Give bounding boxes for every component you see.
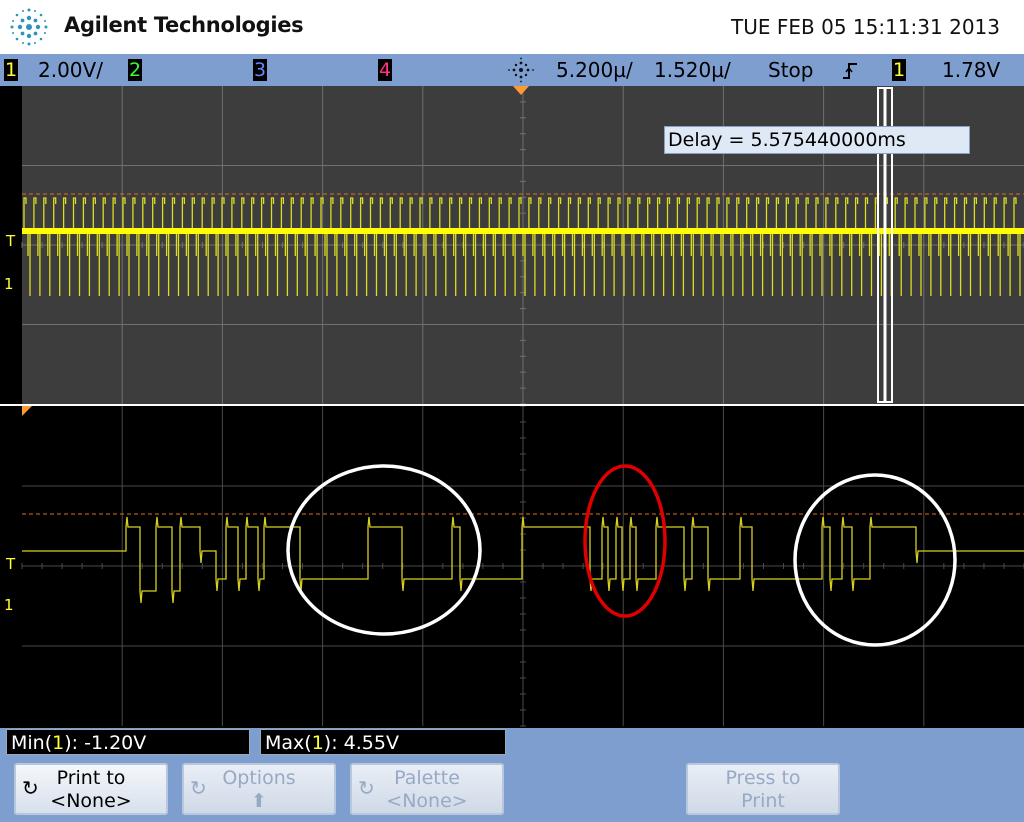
rising-edge-icon bbox=[843, 63, 857, 79]
trigger-level-marker-zoom: T bbox=[6, 555, 16, 573]
status-bar: 1 2.00V/ 2 3 4 5.200µ/ 1.520µ/ Stop 1 1.… bbox=[0, 54, 1024, 86]
run-state: Stop bbox=[768, 58, 814, 82]
acquisition-icon bbox=[508, 57, 534, 83]
waveform-display[interactable]: Delay = 5.575440000ms T 1 T 1 bbox=[0, 86, 1024, 728]
rotate-arrow-icon: ↻ bbox=[22, 776, 39, 800]
max-channel: 1 bbox=[311, 732, 324, 754]
press-to-print-line2: Print bbox=[741, 790, 785, 812]
time-scale: 1.520µ/ bbox=[654, 58, 731, 82]
trigger-level: 1.78V bbox=[942, 58, 1001, 82]
min-channel: 1 bbox=[52, 732, 65, 754]
max-measurement: Max(1): 4.55V bbox=[260, 729, 506, 755]
waveform-canvas bbox=[0, 86, 1024, 727]
ground-marker-zoom: 1 bbox=[4, 596, 14, 614]
ground-marker-main: 1 bbox=[4, 275, 14, 293]
brand-name: Agilent Technologies bbox=[64, 13, 304, 37]
agilent-spark-logo-icon bbox=[10, 8, 48, 46]
min-measurement: Min(1): -1.20V bbox=[6, 729, 250, 755]
trigger-level-marker-main: T bbox=[6, 232, 16, 250]
time-position: 5.200µ/ bbox=[556, 58, 633, 82]
max-prefix: Max( bbox=[265, 732, 312, 754]
min-value: ): -1.20V bbox=[64, 732, 147, 754]
rotate-arrow-icon: ↻ bbox=[190, 776, 207, 800]
channel-2-indicator[interactable]: 2 bbox=[128, 59, 142, 81]
press-to-print-line1: Press to bbox=[725, 767, 801, 789]
date-time: TUE FEB 05 15:11:31 2013 bbox=[731, 15, 1000, 39]
channel-1-scale: 2.00V/ bbox=[38, 58, 103, 82]
min-prefix: Min( bbox=[11, 732, 53, 754]
annotation-circle-red bbox=[583, 464, 667, 618]
annotation-circle-white-1 bbox=[286, 464, 482, 636]
options-softkey[interactable]: ↻ Options ⬆ bbox=[182, 763, 336, 815]
header-bar: Agilent Technologies TUE FEB 05 15:11:31… bbox=[0, 0, 1024, 54]
trigger-channel: 1 bbox=[892, 59, 906, 81]
max-value: ): 4.55V bbox=[323, 732, 399, 754]
palette-softkey[interactable]: ↻ Palette <None> bbox=[350, 763, 504, 815]
rotate-arrow-icon: ↻ bbox=[358, 776, 375, 800]
print-to-softkey[interactable]: ↻ Print to <None> bbox=[14, 763, 168, 815]
softkey-bar: Min(1): -1.20V Max(1): 4.55V ↻ Print to … bbox=[0, 728, 1024, 822]
channel-1-baseline bbox=[22, 228, 1024, 234]
zoom-trigger-marker bbox=[22, 406, 32, 416]
channel-1-indicator[interactable]: 1 bbox=[4, 59, 18, 81]
channel-4-indicator[interactable]: 4 bbox=[378, 59, 392, 81]
channel-3-indicator[interactable]: 3 bbox=[253, 59, 267, 81]
delay-label: Delay = 5.575440000ms bbox=[664, 126, 970, 154]
press-to-print-softkey[interactable]: Press to Print bbox=[686, 763, 840, 815]
annotation-circle-white-2 bbox=[793, 473, 957, 647]
